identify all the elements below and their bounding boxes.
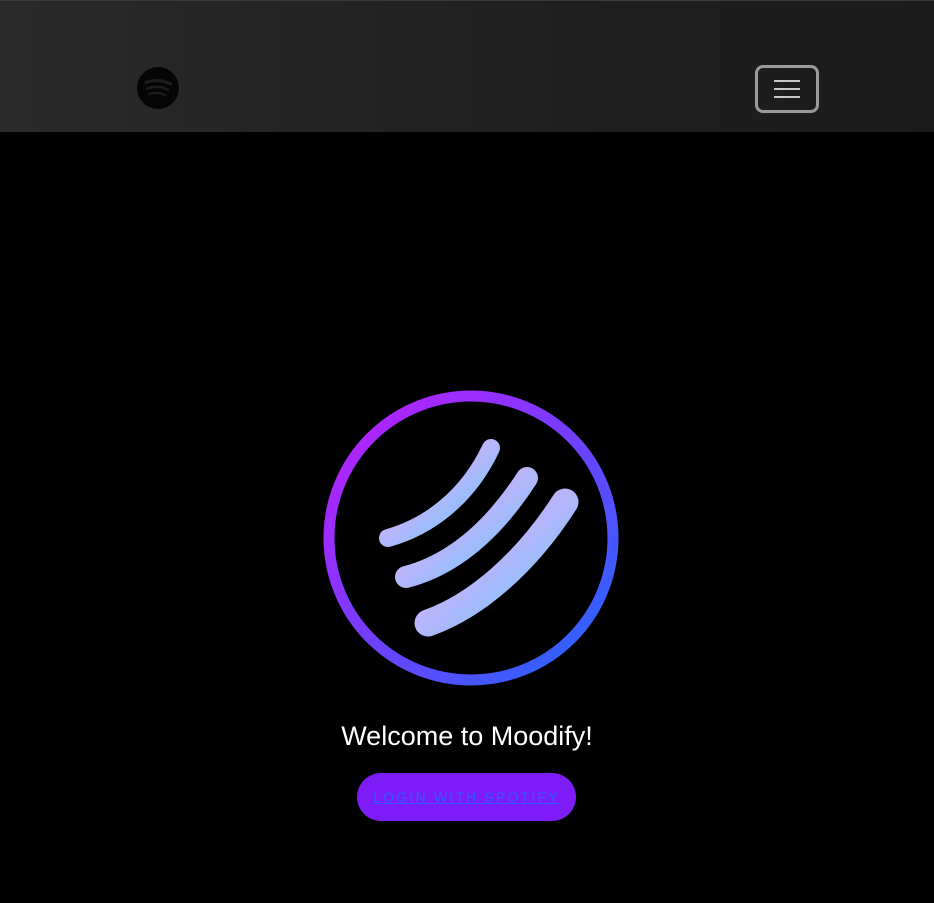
welcome-heading: Welcome to Moodify! (341, 721, 593, 751)
navbar (0, 0, 934, 132)
hamburger-menu-icon (774, 80, 800, 98)
menu-toggle-button[interactable] (755, 65, 819, 113)
moodify-logo-icon (323, 390, 619, 686)
spotify-logo-icon[interactable] (137, 67, 179, 109)
login-button[interactable]: LOGIN WITH SPOTIFY (357, 773, 576, 821)
login-link[interactable]: LOGIN WITH SPOTIFY (373, 789, 560, 805)
